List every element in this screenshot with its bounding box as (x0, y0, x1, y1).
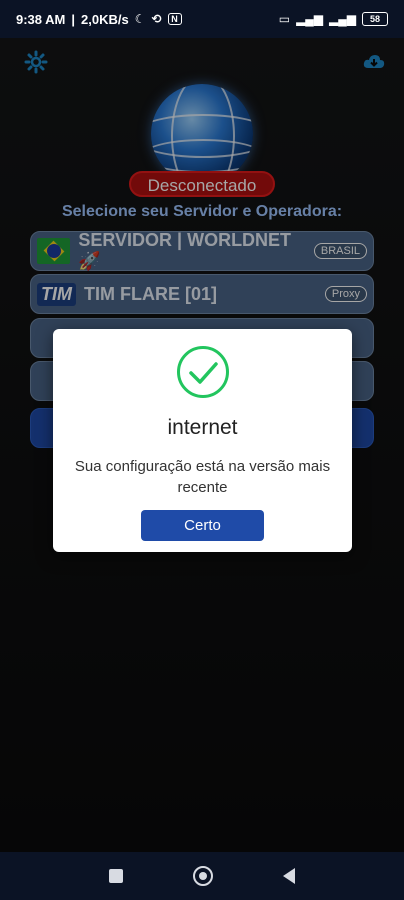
back-icon[interactable] (283, 868, 295, 884)
navigation-bar (0, 852, 404, 900)
sync-icon: ⟲ (151, 12, 162, 26)
status-speed: 2,0KB/s (81, 11, 129, 27)
battery-icon: 58 (362, 12, 388, 26)
status-bar-right: ▭ ▂▄▆ ▂▄▆ 58 (279, 12, 388, 26)
ok-button[interactable]: Certo (141, 510, 264, 541)
home-icon[interactable] (193, 866, 213, 886)
nfc-icon: N (167, 13, 182, 25)
status-separator: | (71, 11, 76, 27)
status-bar: 9:38 AM | 2,0KB/s ☾ ⟲ N ▭ ▂▄▆ ▂▄▆ 58 (0, 0, 404, 38)
moon-icon: ☾ (134, 12, 146, 26)
signal-icon: ▂▄▆ (329, 12, 356, 26)
dialog-title: internet (167, 416, 238, 439)
status-bar-left: 9:38 AM | 2,0KB/s ☾ ⟲ N (16, 12, 182, 27)
signal-icon: ▂▄▆ (296, 12, 324, 26)
status-time: 9:38 AM (16, 11, 66, 27)
check-circle-icon (177, 346, 229, 398)
volte-icon: ▭ (278, 12, 291, 26)
dialog-message: Sua configuração está na versão mais rec… (74, 458, 331, 496)
update-dialog: internet Sua configuração está na versão… (53, 329, 352, 552)
recent-apps-icon[interactable] (109, 869, 123, 883)
